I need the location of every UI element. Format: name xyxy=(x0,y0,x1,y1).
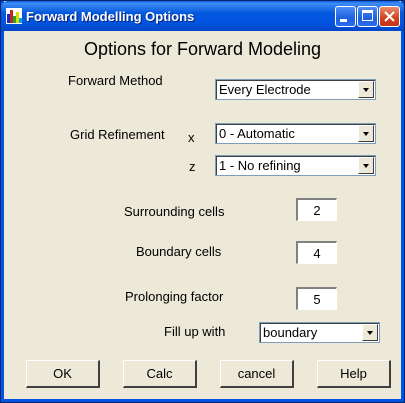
dropdown-arrow-icon[interactable] xyxy=(362,324,378,341)
surrounding-cells-label: Surrounding cells xyxy=(124,204,225,219)
close-button[interactable] xyxy=(379,6,400,27)
prolonging-factor-input[interactable]: 5 xyxy=(296,287,337,310)
grid-refinement-label: Grid Refinement xyxy=(70,127,165,142)
forward-method-select[interactable]: Every Electrode xyxy=(215,79,376,100)
grid-z-label: z xyxy=(189,159,196,174)
minimize-icon xyxy=(340,19,347,22)
dropdown-arrow-icon[interactable] xyxy=(358,125,374,142)
app-chart-icon xyxy=(6,8,22,24)
dialog-heading: Options for Forward Modeling xyxy=(83,39,322,59)
boundary-cells-input[interactable]: 4 xyxy=(296,241,337,264)
boundary-cells-value: 4 xyxy=(313,246,321,261)
prolonging-factor-label: Prolonging factor xyxy=(125,289,224,304)
dropdown-arrow-icon[interactable] xyxy=(358,157,374,174)
calc-button[interactable]: Calc xyxy=(123,360,197,388)
help-button[interactable]: Help xyxy=(317,360,391,388)
minimize-button[interactable] xyxy=(335,6,356,27)
dropdown-arrow-icon[interactable] xyxy=(358,81,374,98)
grid-z-select[interactable]: 1 - No refining xyxy=(215,155,376,176)
fill-up-value: boundary xyxy=(263,325,318,340)
surrounding-cells-input[interactable]: 2 xyxy=(296,198,337,221)
grid-x-value: 0 - Automatic xyxy=(219,126,295,141)
title-bar[interactable]: Forward Modelling Options xyxy=(1,1,404,31)
grid-x-select[interactable]: 0 - Automatic xyxy=(215,123,376,144)
maximize-icon xyxy=(362,10,373,21)
grid-z-value: 1 - No refining xyxy=(219,158,301,173)
forward-method-label: Forward Method xyxy=(68,73,163,88)
boundary-cells-label: Boundary cells xyxy=(136,244,222,259)
fill-up-label: Fill up with xyxy=(164,324,226,339)
window-title: Forward Modelling Options xyxy=(26,9,195,24)
cancel-button[interactable]: cancel xyxy=(220,360,294,388)
forward-method-value: Every Electrode xyxy=(219,82,311,97)
close-icon xyxy=(384,11,395,22)
prolonging-factor-value: 5 xyxy=(313,292,321,307)
grid-x-label: x xyxy=(188,130,195,145)
fill-up-select[interactable]: boundary xyxy=(259,322,380,343)
ok-button[interactable]: OK xyxy=(26,360,100,388)
dialog-window: Forward Modelling Options Options for Fo… xyxy=(0,0,405,403)
surrounding-cells-value: 2 xyxy=(313,203,321,218)
maximize-button[interactable] xyxy=(357,6,378,27)
